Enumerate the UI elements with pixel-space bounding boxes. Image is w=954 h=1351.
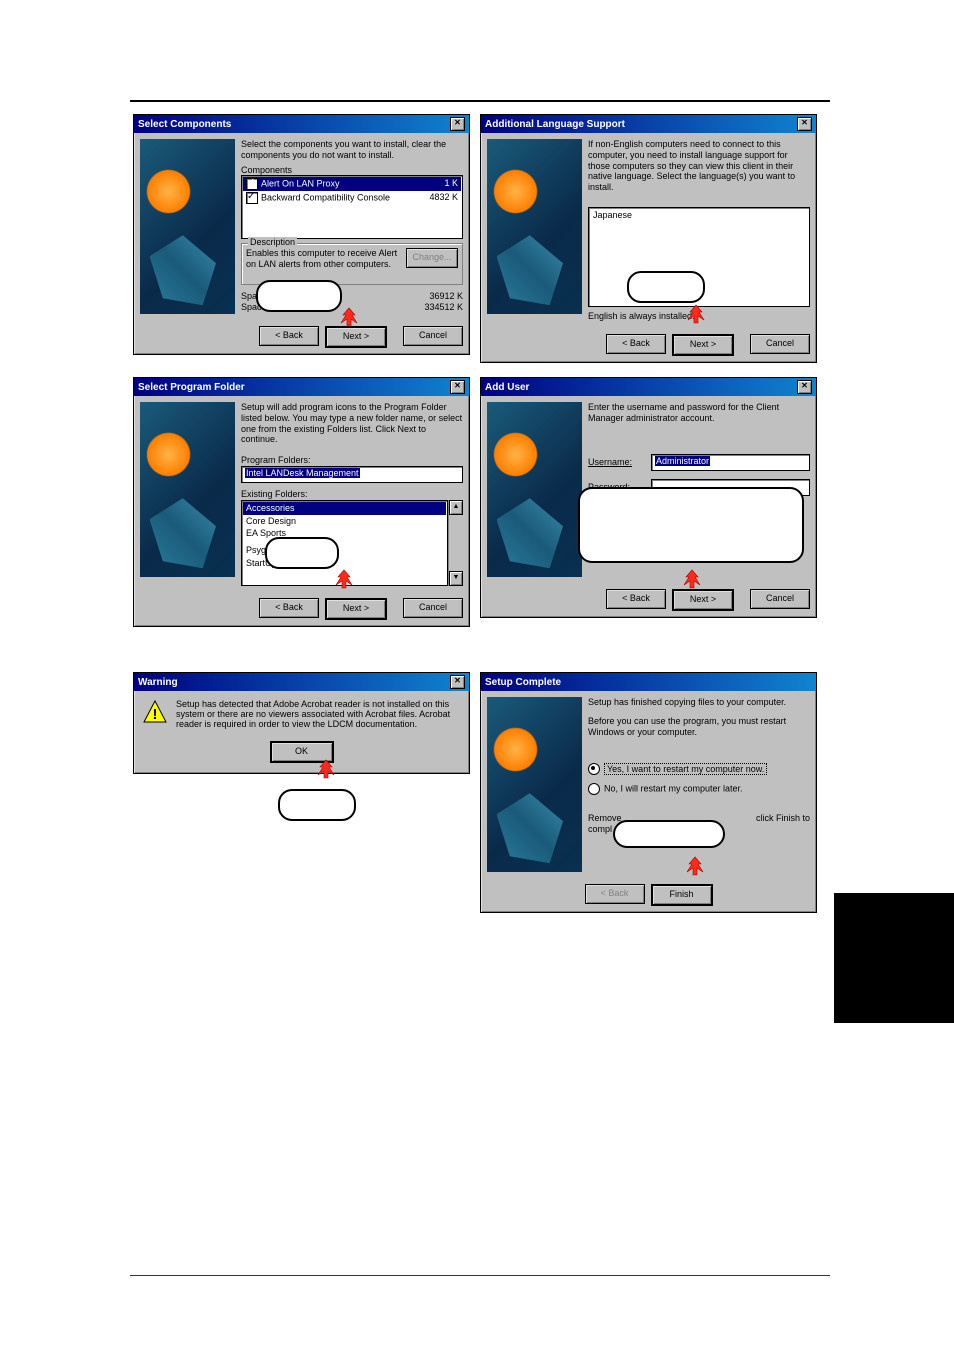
components-list[interactable]: Alert On LAN Proxy1 K Backward Compatibi… [241, 175, 463, 239]
wizard-image [487, 697, 582, 872]
next-button[interactable]: Next > [325, 598, 387, 620]
radio-restart-later-label[interactable]: No, I will restart my computer later. [604, 784, 743, 794]
title-text: Setup Complete [485, 677, 561, 688]
instruction-text: Enter the username and password for the … [588, 402, 810, 424]
dialog-setup-complete: Setup Complete Setup has finished copyin… [480, 672, 817, 913]
description-text: Enables this computer to receive Alert o… [246, 248, 402, 270]
existing-folders-label: Existing Folders: [241, 489, 463, 500]
pointer-hand-icon [330, 567, 358, 591]
instruction-text: Select the components you want to instal… [241, 139, 463, 161]
folder-item[interactable]: Accessories [243, 502, 446, 515]
dialog-warning: Warning ✕ ! Setup has detected that Adob… [133, 672, 470, 774]
callout-bubble [256, 280, 342, 312]
checkbox-icon[interactable] [246, 192, 258, 204]
title-text: Select Program Folder [138, 382, 245, 393]
components-label: Components [241, 165, 463, 176]
instruction-text: If non-English computers need to connect… [588, 139, 810, 193]
next-button[interactable]: Next > [325, 326, 387, 348]
header-rule [130, 100, 830, 102]
component-item[interactable]: Backward Compatibility Console4832 K [243, 191, 461, 205]
back-button[interactable]: < Back [606, 589, 666, 609]
svg-text:!: ! [153, 706, 158, 723]
complete-line2: Before you can use the program, you must… [588, 716, 810, 738]
callout-bubble [278, 789, 356, 821]
scroll-up-icon[interactable]: ▲ [449, 500, 463, 515]
callout-bubble [627, 271, 705, 303]
wizard-image [487, 402, 582, 577]
close-icon[interactable]: ✕ [450, 675, 465, 689]
next-button[interactable]: Next > [672, 334, 734, 356]
titlebar[interactable]: Additional Language Support ✕ [481, 115, 816, 133]
next-button[interactable]: Next > [672, 589, 734, 611]
radio-restart-now[interactable] [588, 763, 600, 775]
instruction-text: Setup will add program icons to the Prog… [241, 402, 463, 445]
scroll-down-icon[interactable]: ▼ [449, 571, 463, 586]
footer-rule [130, 1275, 830, 1276]
back-button[interactable]: < Back [259, 598, 319, 618]
change-button[interactable]: Change... [406, 248, 458, 268]
pointer-hand-icon [335, 305, 363, 329]
pointer-hand-icon [681, 854, 709, 878]
radio-restart-now-label[interactable]: Yes, I want to restart my computer now. [604, 763, 767, 775]
cancel-button[interactable]: Cancel [403, 598, 463, 618]
text-fragment: Remove [588, 813, 622, 824]
program-folders-label: Program Folders: [241, 455, 463, 466]
side-tab [834, 893, 954, 1023]
wizard-image [140, 402, 235, 577]
wizard-image [487, 139, 582, 314]
wizard-image [140, 139, 235, 314]
language-item[interactable]: Japanese [590, 209, 808, 222]
titlebar[interactable]: Select Program Folder ✕ [134, 378, 469, 396]
back-button[interactable]: < Back [259, 326, 319, 346]
title-text: Add User [485, 382, 529, 393]
title-text: Warning [138, 677, 178, 688]
folder-item[interactable]: Core Design [243, 515, 446, 528]
callout-bubble [578, 487, 804, 563]
warning-text: Setup has detected that Adobe Acrobat re… [176, 699, 461, 729]
dialog-program-folder: Select Program Folder ✕ Setup will add p… [133, 377, 470, 627]
titlebar[interactable]: Setup Complete [481, 673, 816, 691]
close-icon[interactable]: ✕ [450, 117, 465, 131]
callout-bubble [265, 537, 339, 569]
scrollbar[interactable]: ▲▼ [448, 500, 463, 586]
pointer-hand-icon [682, 302, 710, 326]
program-folder-input[interactable]: Intel LANDesk Management [241, 466, 463, 483]
username-input[interactable]: Administrator [651, 454, 810, 471]
finish-button[interactable]: Finish [651, 884, 713, 906]
title-text: Select Components [138, 119, 231, 130]
cancel-button[interactable]: Cancel [750, 589, 810, 609]
pointer-hand-icon [678, 567, 706, 591]
close-icon[interactable]: ✕ [797, 380, 812, 394]
text-fragment: click Finish to [756, 813, 810, 824]
username-label: Username: [588, 457, 643, 468]
pointer-hand-icon [312, 757, 340, 781]
space-available-value: 334512 K [424, 302, 463, 313]
back-button: < Back [585, 884, 645, 904]
dialog-language-support: Additional Language Support ✕ If non-Eng… [480, 114, 817, 363]
close-icon[interactable]: ✕ [797, 117, 812, 131]
space-required-value: 36912 K [429, 291, 463, 302]
titlebar[interactable]: Add User ✕ [481, 378, 816, 396]
titlebar[interactable]: Select Components ✕ [134, 115, 469, 133]
close-icon[interactable]: ✕ [450, 380, 465, 394]
callout-bubble [613, 820, 725, 848]
description-legend: Description [248, 237, 297, 248]
complete-line1: Setup has finished copying files to your… [588, 697, 810, 708]
checkbox-icon[interactable] [246, 178, 258, 190]
cancel-button[interactable]: Cancel [403, 326, 463, 346]
warning-icon: ! [142, 699, 168, 725]
back-button[interactable]: < Back [606, 334, 666, 354]
radio-restart-later[interactable] [588, 783, 600, 795]
title-text: Additional Language Support [485, 119, 625, 130]
dialog-select-components: Select Components ✕ Select the component… [133, 114, 470, 355]
component-item[interactable]: Alert On LAN Proxy1 K [243, 177, 461, 191]
page: Select Components ✕ Select the component… [0, 0, 954, 1351]
cancel-button[interactable]: Cancel [750, 334, 810, 354]
titlebar[interactable]: Warning ✕ [134, 673, 469, 691]
